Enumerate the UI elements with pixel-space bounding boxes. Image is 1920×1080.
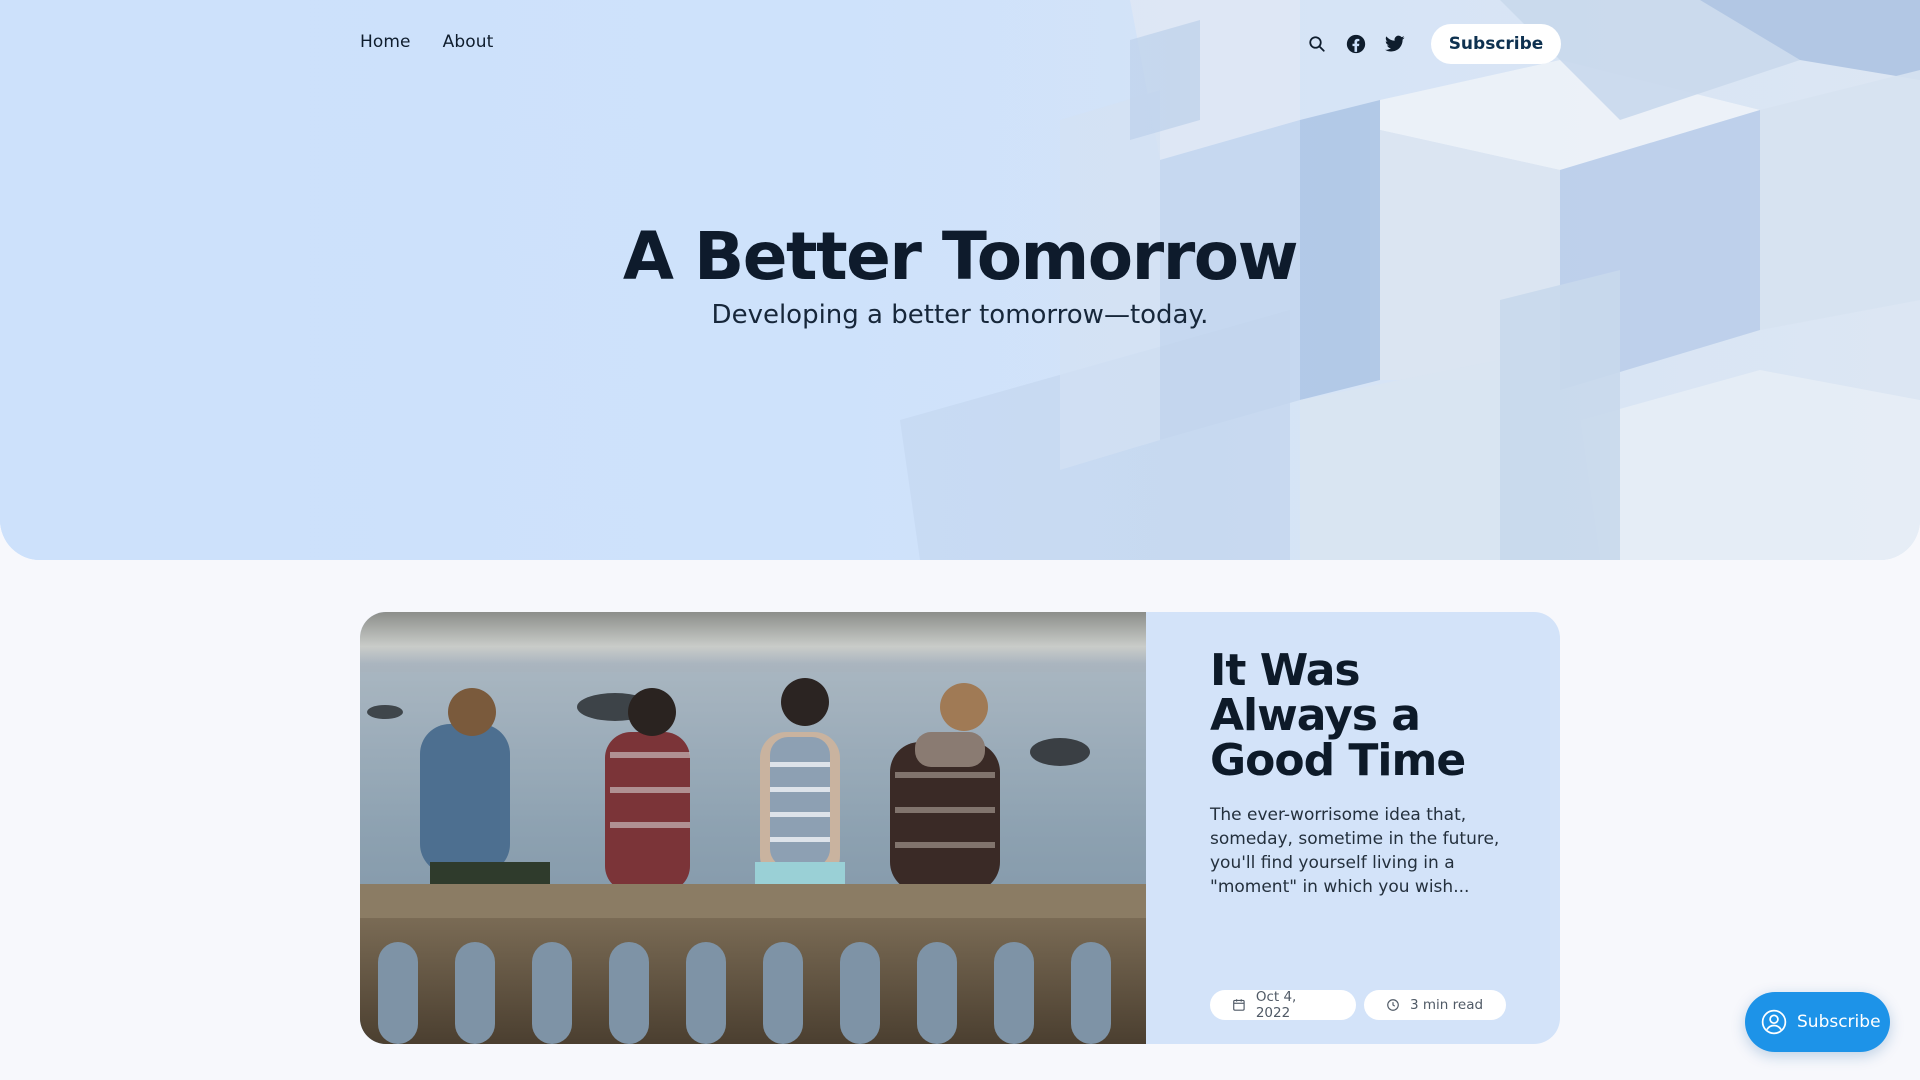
- nav-about-link[interactable]: About: [443, 32, 494, 52]
- nav-home-link[interactable]: Home: [360, 32, 411, 52]
- portal-subscribe-label: Subscribe: [1797, 1012, 1881, 1032]
- post-content: It Was Always a Good Time The ever-worri…: [1210, 648, 1540, 899]
- site-title: A Better Tomorrow: [622, 218, 1299, 295]
- post-feature-image[interactable]: [360, 612, 1146, 1044]
- post-date-badge: Oct 4, 2022: [1210, 989, 1356, 1021]
- user-circle-icon: [1761, 1009, 1787, 1035]
- post-date: Oct 4, 2022: [1255, 989, 1297, 1021]
- featured-post-card[interactable]: It Was Always a Good Time The ever-worri…: [360, 612, 1560, 1044]
- post-meta: Oct 4, 2022 3 min read: [1210, 989, 1506, 1021]
- subscribe-button[interactable]: Subscribe: [1431, 24, 1561, 64]
- header-actions: Subscribe: [1304, 24, 1561, 64]
- clock-icon: [1387, 999, 1399, 1011]
- reading-time-badge: 3 min read: [1364, 990, 1506, 1020]
- post-title[interactable]: It Was Always a Good Time: [1210, 648, 1540, 783]
- site-description: Developing a better tomorrow—today.: [711, 300, 1209, 330]
- facebook-icon[interactable]: [1343, 24, 1368, 64]
- primary-nav: Home About: [360, 32, 493, 52]
- twitter-icon[interactable]: [1382, 24, 1407, 64]
- hero-header: Home About Subscribe A Better Tomorrow D…: [0, 0, 1920, 560]
- reading-time: 3 min read: [1410, 997, 1484, 1013]
- post-excerpt: The ever-worrisome idea that, someday, s…: [1210, 805, 1500, 897]
- portal-subscribe-button[interactable]: Subscribe: [1745, 992, 1890, 1052]
- calendar-icon: [1233, 999, 1245, 1011]
- search-icon[interactable]: [1304, 24, 1329, 64]
